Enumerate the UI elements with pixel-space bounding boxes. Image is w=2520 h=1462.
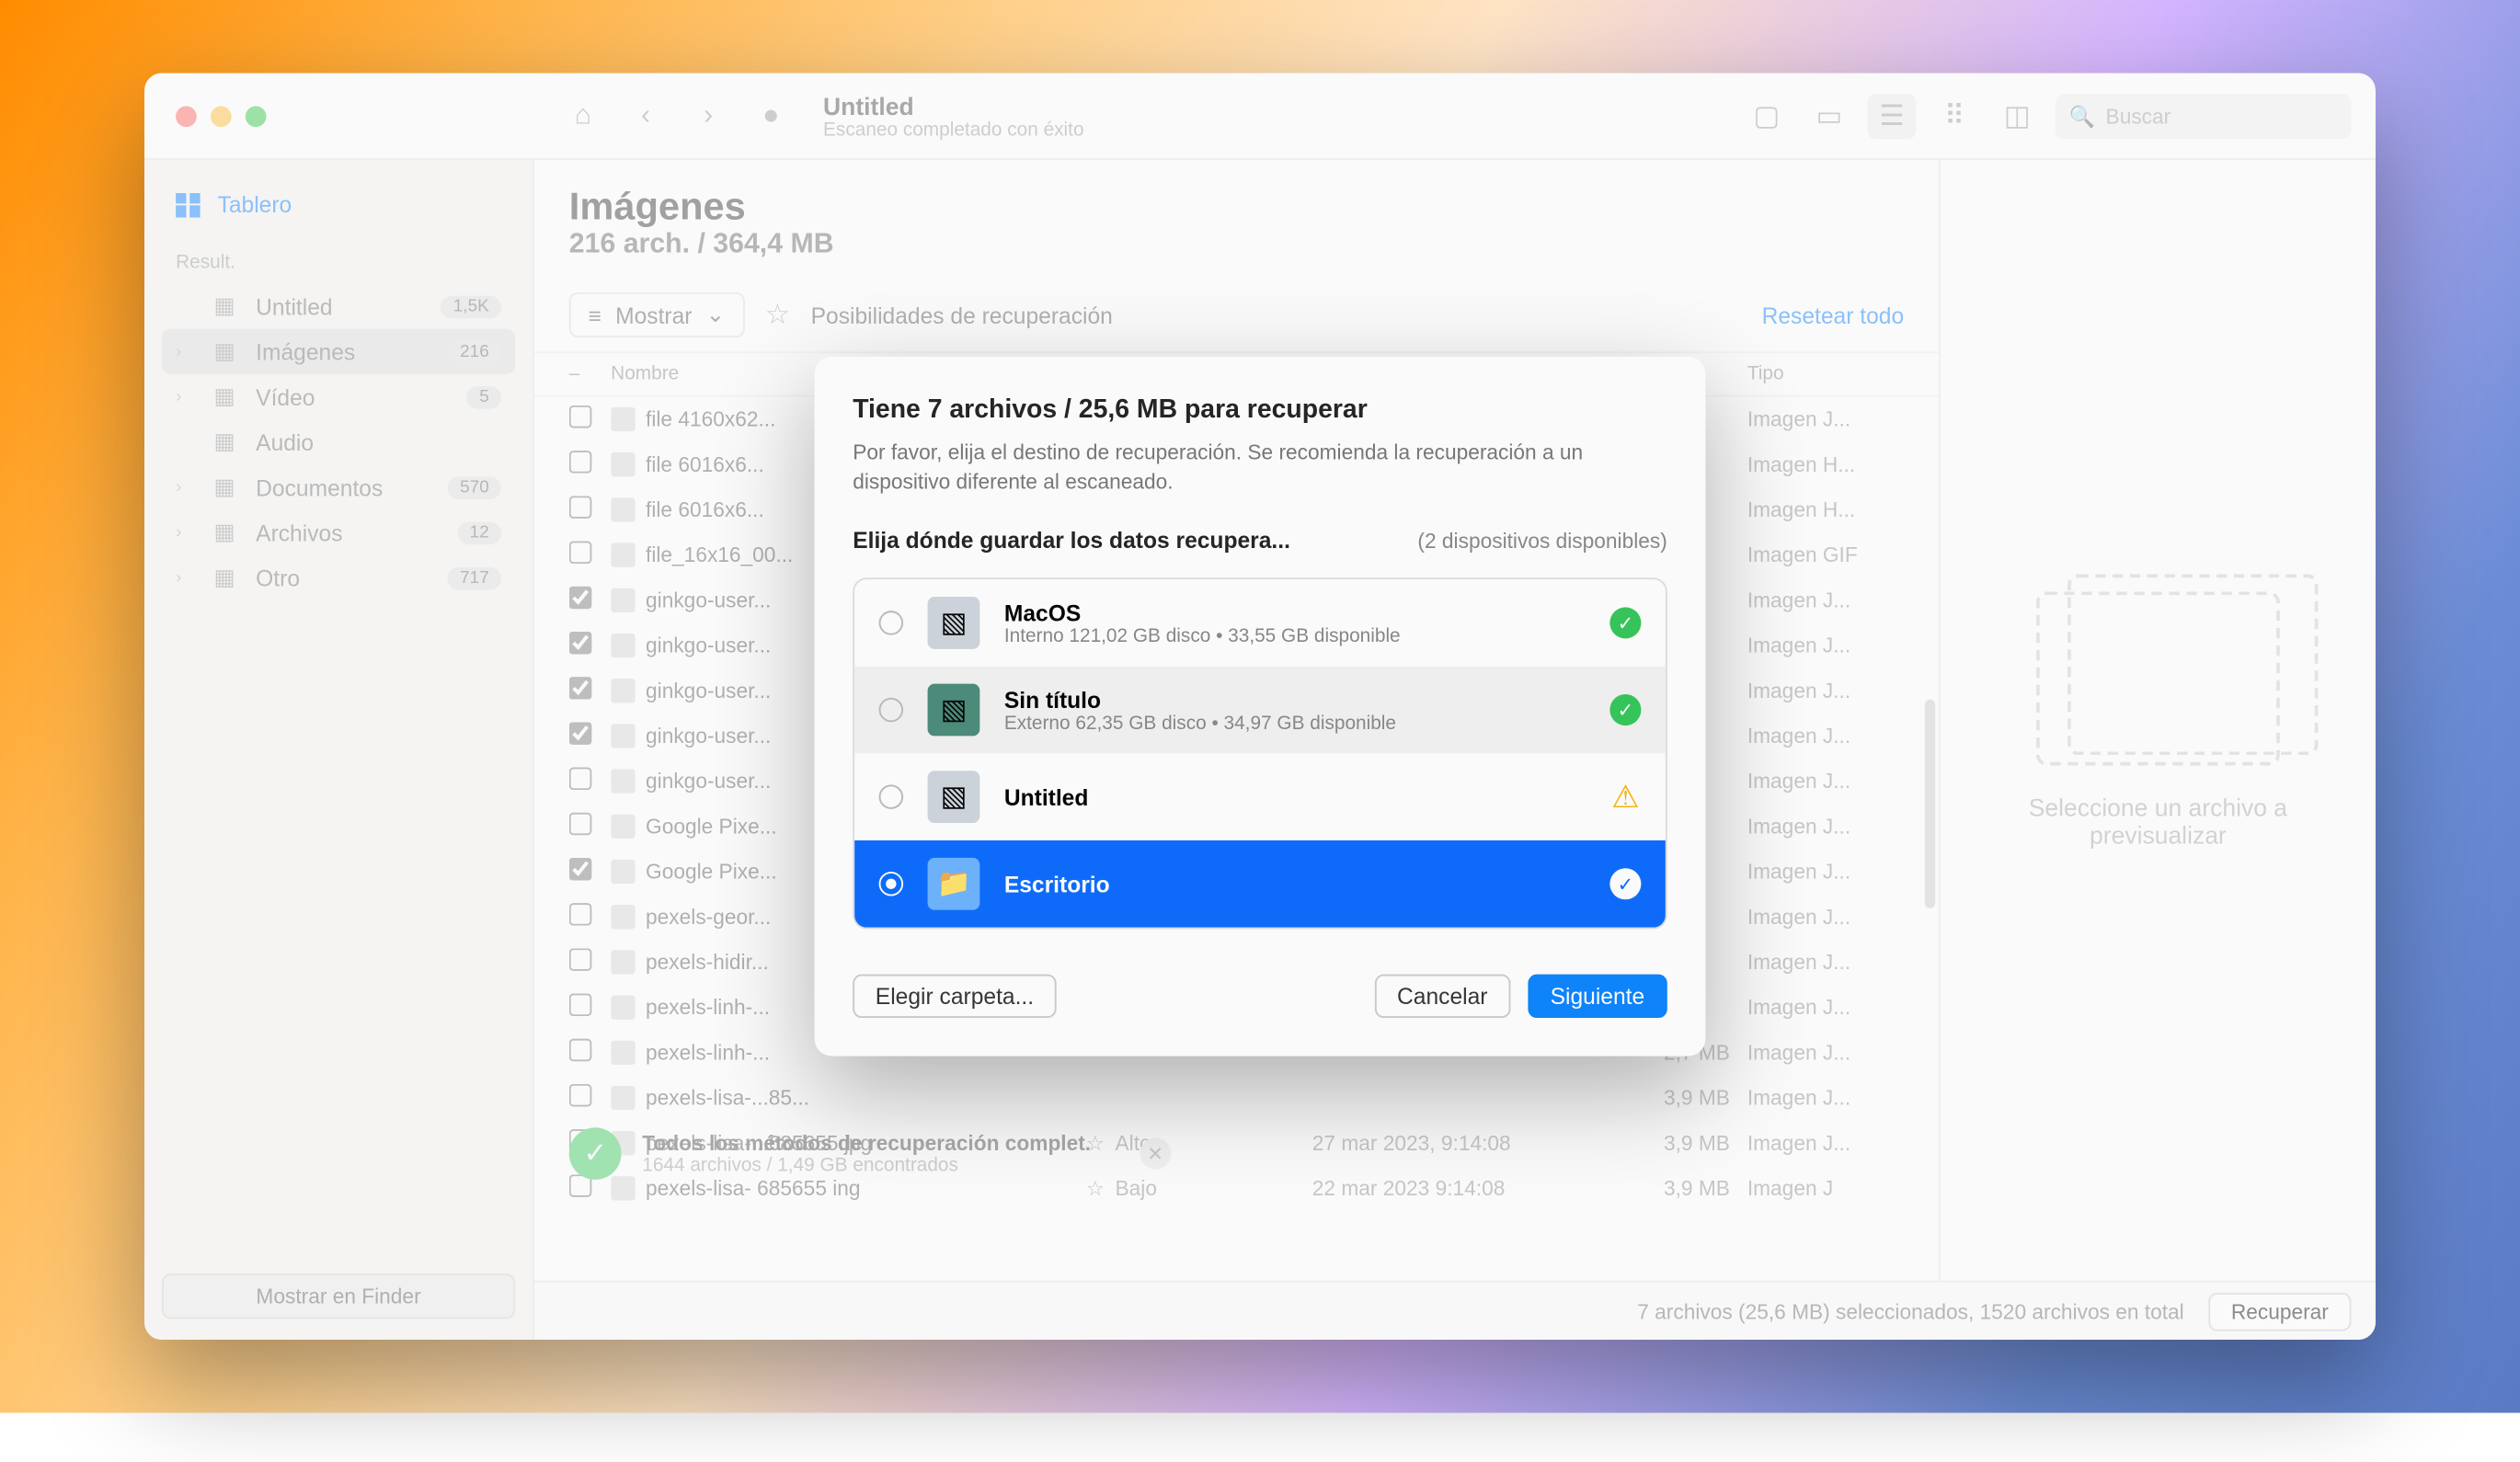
- modal-overlay: Tiene 7 archivos / 25,6 MB para recupera…: [144, 73, 2376, 1340]
- app-window: Tablero Result. ▦ Untitled 1,5K› ▦ Imáge…: [144, 73, 2376, 1340]
- desktop-wallpaper: Tablero Result. ▦ Untitled 1,5K› ▦ Imáge…: [0, 0, 2520, 1413]
